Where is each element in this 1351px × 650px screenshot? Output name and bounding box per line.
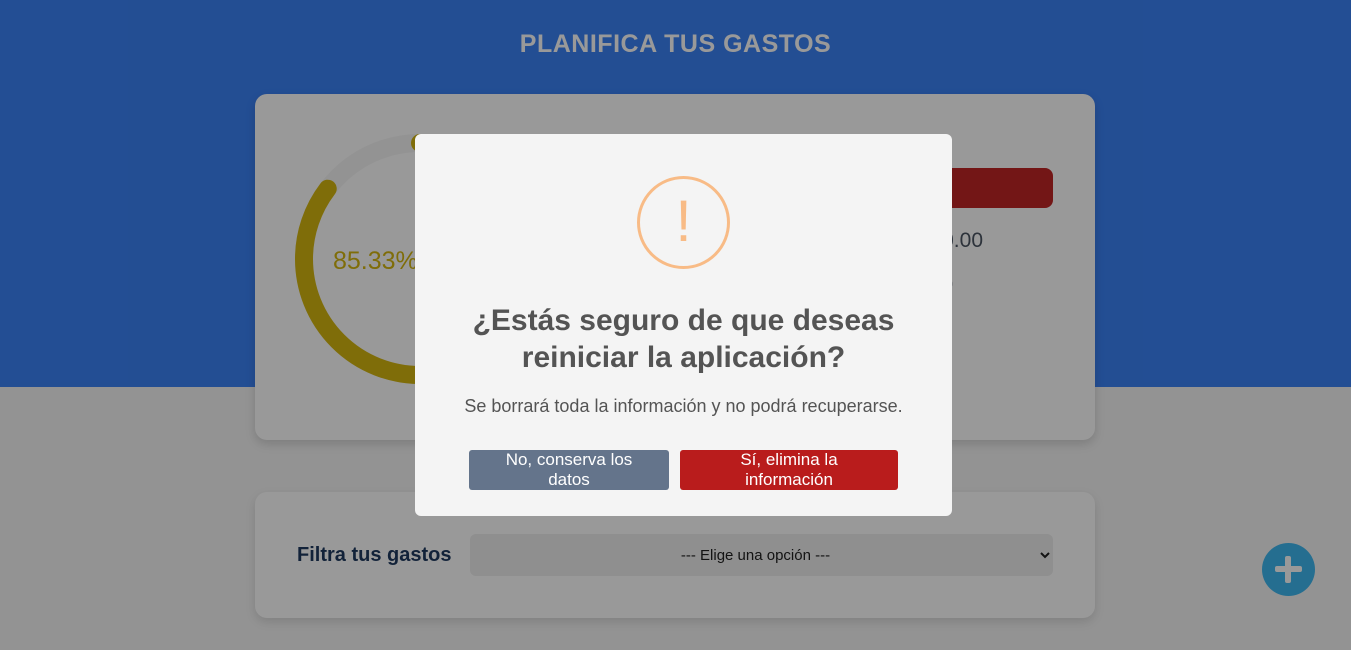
confirm-button[interactable]: Sí, elimina la información <box>680 450 898 490</box>
cancel-button[interactable]: No, conserva los datos <box>469 450 669 490</box>
dialog-text: Se borrará toda la información y no podr… <box>464 396 903 416</box>
dialog-title: ¿Estás seguro de que deseas reiniciar la… <box>472 304 895 374</box>
confirm-dialog: ! ¿Estás seguro de que deseas reiniciar … <box>415 134 952 516</box>
warning-icon: ! <box>637 176 730 269</box>
